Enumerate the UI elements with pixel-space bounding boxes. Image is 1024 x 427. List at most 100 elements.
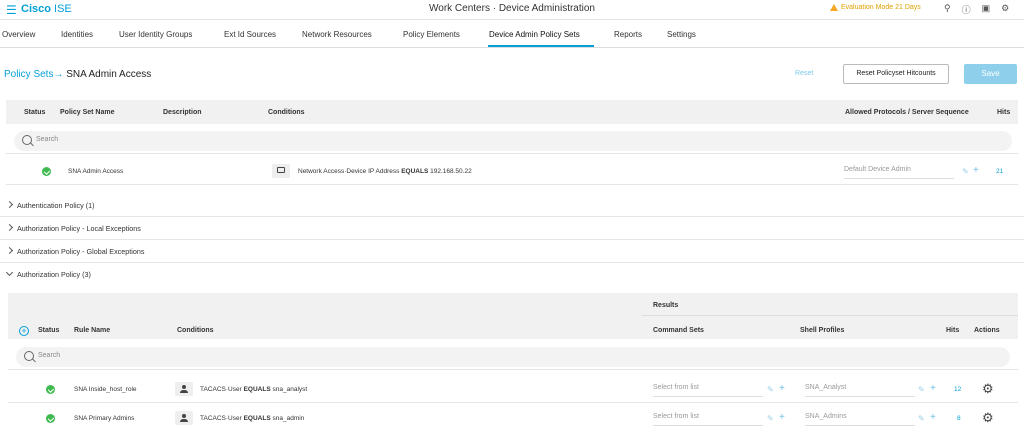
rule-name: SNA Primary Admins [74,415,135,422]
status-enabled-icon[interactable] [42,167,51,176]
breadcrumb-policy-sets[interactable]: Policy Sets [4,69,53,80]
section-authentication-policy[interactable]: Authentication Policy (1) [0,194,1024,217]
col-status: Status [24,109,46,116]
breadcrumb-arrow: → [53,69,64,80]
condition-text: Network Access·Device IP Address EQUALS … [298,168,472,175]
edit-icon[interactable]: ✎ [767,414,774,423]
tab-network-resources[interactable]: Network Resources [302,30,372,39]
section-global-exceptions-label[interactable]: Authorization Policy - Global Exceptions [5,246,145,256]
save-button[interactable]: Save [964,64,1017,84]
col-hits: Hits [997,109,1011,116]
dashboard-icon[interactable]: ▣ [982,3,991,16]
gear-icon[interactable]: ⚙ [982,411,994,424]
search-icon[interactable]: ⚲ [944,3,951,16]
allowed-protocol-select[interactable]: Default Device Admin [844,163,954,179]
shell-profile-select[interactable]: SNA_Analyst [805,381,915,397]
tab-policy-elements[interactable]: Policy Elements [403,30,460,39]
user-icon [175,382,193,396]
section-authorization-policy[interactable]: Authorization Policy (3) [0,263,1024,286]
policy-search-row: Search [6,128,1018,154]
col-description: Description [163,109,202,116]
section-global-exceptions[interactable]: Authorization Policy - Global Exceptions [0,240,1024,263]
col-shell-profiles: Shell Profiles [800,327,845,334]
settings-icon[interactable]: ⚙ [1001,3,1009,16]
edit-icon[interactable]: ✎ [962,167,969,176]
table-row[interactable]: SNA Inside_host_role TACACS·User EQUALS … [8,375,1018,403]
edit-icon[interactable]: ✎ [918,414,925,423]
section-local-exceptions[interactable]: Authorization Policy - Local Exceptions [0,217,1024,240]
section-global-exceptions-text: Authorization Policy - Global Exceptions [17,247,145,256]
table-row[interactable]: SNA Admin Access Network Access·Device I… [6,157,1018,185]
results-divider [642,315,1018,316]
add-icon[interactable]: + [779,413,785,423]
policy-search-input[interactable]: Search [14,131,1012,151]
tab-user-identity-groups[interactable]: User Identity Groups [119,30,192,39]
warning-icon [830,4,838,11]
add-icon[interactable]: + [779,384,785,394]
hits-count[interactable]: 21 [996,168,1003,175]
add-icon[interactable]: + [930,384,936,394]
evaluation-text: Evaluation Mode 21 Days [841,4,921,11]
col-allowed-protocols: Allowed Protocols / Server Sequence [845,109,969,116]
user-icon [175,411,193,425]
col-status: Status [38,327,60,334]
breadcrumb: Policy Sets→ SNA Admin Access [4,69,151,80]
section-authorization-text: Authorization Policy (3) [17,270,91,279]
rule-search-input[interactable]: Search [16,347,1010,367]
hits-count[interactable]: 8 [957,415,961,422]
hits-count[interactable]: 12 [954,386,961,393]
tab-overview[interactable]: Overview [2,30,35,39]
chevron-right-icon [5,223,14,232]
add-icon[interactable]: + [973,166,979,176]
section-authorization-label[interactable]: Authorization Policy (3) [5,268,91,279]
add-rule-icon[interactable]: + [19,326,29,336]
tab-reports[interactable]: Reports [614,30,642,39]
status-enabled-icon[interactable] [46,385,55,394]
reset-hitcounts-button[interactable]: Reset Policyset Hitcounts [843,64,949,84]
shell-profile-select[interactable]: SNA_Admins [805,410,915,426]
gear-icon[interactable]: ⚙ [982,382,994,395]
col-hits: Hits [946,327,960,334]
edit-icon[interactable]: ✎ [918,385,925,394]
section-authentication-label[interactable]: Authentication Policy (1) [5,200,95,210]
tab-identities[interactable]: Identities [61,30,93,39]
col-rule-name: Rule Name [74,327,111,334]
condition-text: TACACS·User EQUALS sna_admin [200,415,304,422]
condition-value: sna_admin [272,415,305,422]
col-conditions: Conditions [268,109,305,116]
condition-operator: EQUALS [243,415,271,422]
condition-attribute: TACACS·User [200,386,242,393]
section-local-exceptions-label[interactable]: Authorization Policy - Local Exceptions [5,223,141,233]
help-icon[interactable]: ⓘ [962,3,971,16]
tab-ext-id-sources[interactable]: Ext Id Sources [224,30,276,39]
status-enabled-icon[interactable] [46,414,55,423]
authorization-table-header: Results + Status Rule Name Conditions Co… [8,293,1018,339]
rule-name: SNA Inside_host_role [74,386,137,393]
rule-search-row: Search [8,344,1018,370]
col-results: Results [653,302,679,309]
condition-value: 192.168.50.22 [430,168,472,175]
condition-value: sna_analyst [272,386,308,393]
chevron-right-icon [5,200,14,209]
col-conditions: Conditions [177,327,214,334]
evaluation-badge[interactable]: Evaluation Mode 21 Days [830,4,921,11]
col-actions: Actions [974,327,1000,334]
command-set-select[interactable]: Select from list [653,410,763,426]
top-bar: ☰ Cisco ISE Work Centers · Device Admini… [0,0,1024,20]
policy-set-name: SNA Admin Access [68,168,124,175]
add-icon[interactable]: + [930,413,936,423]
device-icon [272,164,290,178]
edit-icon[interactable]: ✎ [767,385,774,394]
table-row[interactable]: SNA Primary Admins TACACS·User EQUALS sn… [8,404,1018,427]
tab-settings[interactable]: Settings [667,30,696,39]
command-set-select[interactable]: Select from list [653,381,763,397]
nav-tabs: Overview Identities User Identity Groups… [0,24,1024,48]
search-icon [22,135,32,145]
active-tab-indicator [488,45,594,47]
condition-operator: EQUALS [243,386,271,393]
chevron-right-icon [5,246,14,255]
reset-button[interactable]: Reset [795,70,813,77]
col-policy-set-name: Policy Set Name [60,109,115,116]
tab-device-admin-policy-sets[interactable]: Device Admin Policy Sets [489,30,580,39]
chevron-down-icon [5,268,14,277]
